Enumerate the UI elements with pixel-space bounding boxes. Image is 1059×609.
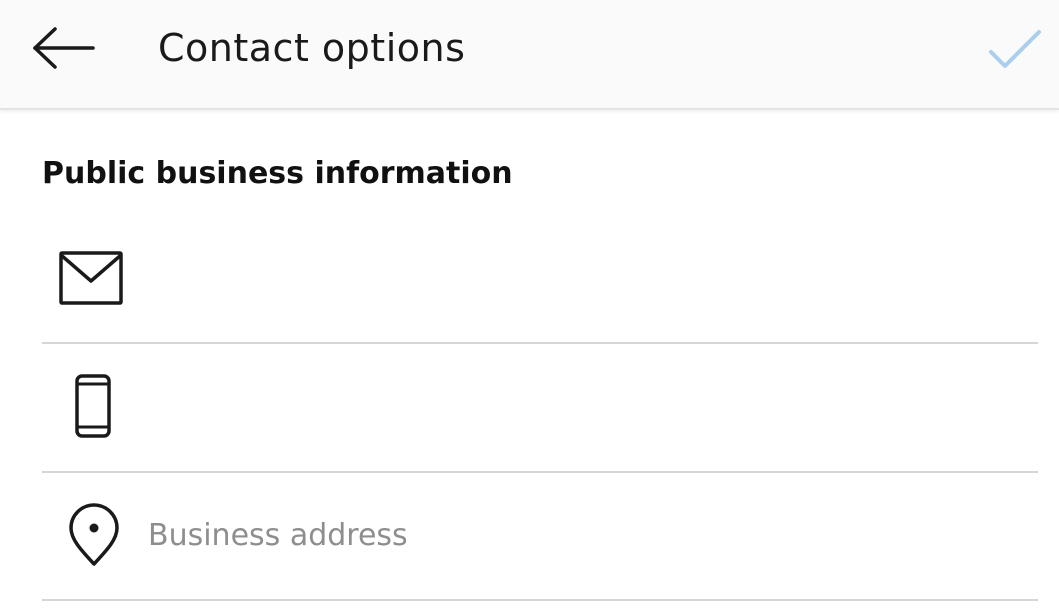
checkmark-icon	[989, 30, 1041, 68]
envelope-icon	[58, 250, 124, 308]
email-row[interactable]	[42, 214, 1038, 344]
top-app-bar: Contact options	[0, 0, 1059, 110]
address-row[interactable]: Business address	[42, 471, 1038, 601]
phone-row[interactable]	[42, 343, 1038, 473]
confirm-button[interactable]	[980, 22, 1050, 78]
arrow-left-icon	[33, 27, 95, 69]
email-field[interactable]	[148, 214, 1008, 342]
business-address-field[interactable]: Business address	[148, 471, 1008, 599]
section-heading: Public business information	[42, 156, 513, 191]
map-pin-icon	[68, 503, 120, 567]
phone-field[interactable]	[148, 343, 1008, 471]
mobile-phone-icon	[74, 373, 112, 439]
page-title: Contact options	[158, 26, 466, 70]
back-button[interactable]	[24, 18, 104, 78]
